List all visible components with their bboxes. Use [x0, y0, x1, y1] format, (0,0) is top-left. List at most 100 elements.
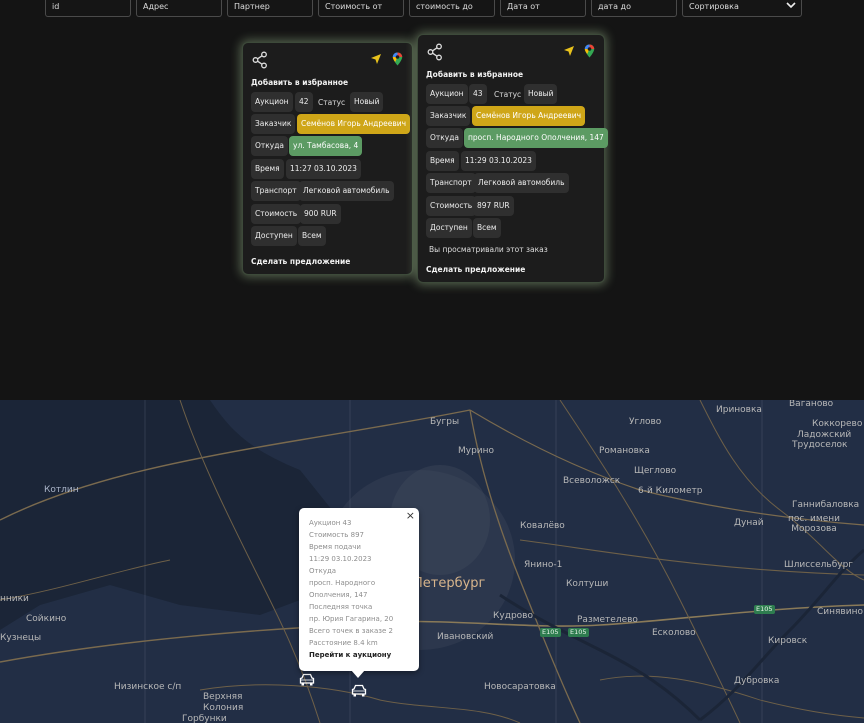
map-label-shlisselburg: Шлиссельбург: [784, 560, 854, 570]
share-icon[interactable]: [427, 43, 443, 61]
customer-label: Заказчик: [426, 106, 471, 126]
map-label-vaganovo: Ваганово: [789, 400, 834, 409]
partner-filter-input[interactable]: Партнер: [227, 0, 313, 17]
map-label-shcheglovo: Щеглово: [634, 466, 677, 476]
map-label-murino: Мурино: [458, 446, 495, 456]
transport-value: Легковой автомобиль: [299, 181, 394, 201]
popup-time-label: Время подачи: [309, 543, 361, 551]
from-value[interactable]: просп. Народного Ополчения, 147: [464, 128, 608, 148]
map-label-razmetelevo: Разметелево: [577, 615, 638, 625]
popup-last: пр. Юрия Гагарина, 20: [309, 615, 394, 623]
popup-distance: Расстояние 8.4 km: [309, 639, 378, 647]
share-icon[interactable]: [252, 51, 268, 69]
customer-label: Заказчик: [251, 114, 296, 134]
map-label-romanovka: Романовка: [599, 446, 650, 456]
time-label: Время: [426, 151, 459, 171]
popup-auction: Аукцион 43: [309, 519, 352, 527]
id-filter-input[interactable]: id: [45, 0, 131, 17]
popup-tail: [351, 670, 365, 678]
transport-value: Легковой автомобиль: [474, 173, 569, 193]
map-label-soykino: Сойкино: [26, 614, 67, 624]
access-value: Всем: [473, 218, 501, 238]
map-label-nizinskoe: Низинское с/п: [114, 682, 182, 692]
address-filter-input[interactable]: Адрес: [136, 0, 222, 17]
date-from-input[interactable]: Дата от: [500, 0, 586, 17]
from-label: Откуда: [426, 128, 464, 148]
price-to-input[interactable]: стоимость до: [409, 0, 495, 17]
sort-select[interactable]: Сортировка: [682, 0, 802, 17]
map-label-kovalevo: Ковалёво: [520, 521, 565, 531]
make-offer-button[interactable]: Сделать предложение: [426, 265, 525, 274]
map-label-gorbunki: Горбунки: [182, 714, 227, 723]
from-label: Откуда: [251, 136, 289, 156]
map-label-dunay: Дунай: [734, 518, 764, 528]
address-filter-placeholder: Адрес: [143, 2, 169, 11]
status-value: Новый: [350, 92, 384, 112]
price-from-placeholder: Стоимость от: [325, 2, 383, 11]
status-value: Новый: [524, 84, 558, 104]
map-label-trudoselok: Трудоселок: [792, 440, 848, 450]
navigation-arrow-icon[interactable]: [563, 45, 575, 57]
map-label-nniki: нники: [0, 594, 29, 604]
date-from-placeholder: Дата от: [507, 2, 540, 11]
map-label-vsevolozhsk: Всеволожск: [563, 476, 621, 486]
road-shield-e105: E105: [540, 628, 561, 637]
sort-select-value: Сортировка: [689, 2, 739, 11]
partner-filter-placeholder: Партнер: [234, 2, 270, 11]
map-label-koltushi: Колтуши: [566, 579, 609, 589]
map-label-kuznecy: Кузнецы: [0, 633, 42, 643]
access-label: Доступен: [426, 218, 472, 238]
car-icon[interactable]: [351, 684, 367, 697]
navigation-arrow-icon[interactable]: [370, 53, 382, 65]
map-label-ivanovsky: Ивановский: [437, 632, 494, 642]
add-to-favorites-link[interactable]: Добавить в избранное: [426, 70, 523, 79]
date-to-placeholder: дата до: [598, 2, 631, 11]
auction-card-43: Добавить в избранное Аукцион 43 Статус Н…: [417, 34, 608, 283]
auction-value: 42: [295, 92, 313, 112]
map-label-kudrovo: Кудрово: [493, 611, 533, 621]
map-label-kirovsk: Кировск: [768, 636, 808, 646]
car-icon[interactable]: [299, 673, 315, 686]
popup-from-label: Откуда: [309, 567, 337, 575]
customer-value[interactable]: Семёнов Игорь Андреевич: [472, 106, 586, 126]
map-label-dubrovka: Дубровка: [734, 676, 780, 686]
time-value: 11:27 03.10.2023: [286, 159, 361, 179]
map-popup: × Аукцион 43 Стоимость 897 Время подачи …: [299, 508, 419, 678]
close-icon[interactable]: ×: [406, 510, 415, 521]
map-label-yanino: Янино-1: [524, 560, 563, 570]
map-label-ekolovo: Есколово: [652, 628, 696, 638]
go-to-auction-link[interactable]: Перейти к аукциону: [309, 649, 419, 661]
map-label-km6: 6-й Километр: [638, 486, 703, 496]
add-to-favorites-link[interactable]: Добавить в избранное: [251, 78, 348, 87]
map-pin-icon[interactable]: [584, 44, 595, 58]
time-label: Время: [251, 159, 284, 179]
map-label-morozova: пос. имени Морозова: [788, 514, 840, 534]
date-to-input[interactable]: дата до: [591, 0, 677, 17]
map-label-peterburg: Петербург: [413, 576, 486, 591]
cost-value: 900 RUR: [300, 204, 341, 224]
viewed-notice: Вы просматривали этот заказ: [429, 245, 548, 254]
popup-from-line1: просп. Народного: [309, 579, 376, 587]
time-value: 11:29 03.10.2023: [461, 151, 536, 171]
map-pin-icon[interactable]: [392, 52, 403, 66]
map-label-sinyavino: Синявино: [817, 607, 863, 617]
map-background: [0, 400, 864, 723]
map-label-gannibalovka: Ганнибаловка: [792, 500, 860, 510]
popup-cost: Стоимость 897: [309, 531, 364, 539]
price-from-input[interactable]: Стоимость от: [318, 0, 404, 17]
auction-card-42: Добавить в избранное Аукцион 42 Статус Н…: [242, 42, 413, 275]
from-value[interactable]: ул. Тамбасова, 4: [289, 136, 363, 156]
cost-value: 897 RUR: [473, 196, 514, 216]
map-label-ugly: Углово: [629, 417, 662, 427]
map-label-koloniya: Колония: [203, 703, 244, 713]
make-offer-button[interactable]: Сделать предложение: [251, 257, 350, 266]
map-label-kokkorevo: Коккорево: [812, 419, 863, 429]
chevron-down-icon: [786, 2, 796, 9]
map[interactable]: Бугры Мурино Ириновка Ваганово Коккорево…: [0, 400, 864, 723]
popup-time: 11:29 03.10.2023: [309, 555, 372, 563]
transport-label: Транспорт: [426, 173, 476, 193]
transport-label: Транспорт: [251, 181, 301, 201]
customer-value[interactable]: Семёнов Игорь Андреевич: [297, 114, 411, 134]
map-label-bugry: Бугры: [430, 417, 460, 427]
access-label: Доступен: [251, 226, 297, 246]
